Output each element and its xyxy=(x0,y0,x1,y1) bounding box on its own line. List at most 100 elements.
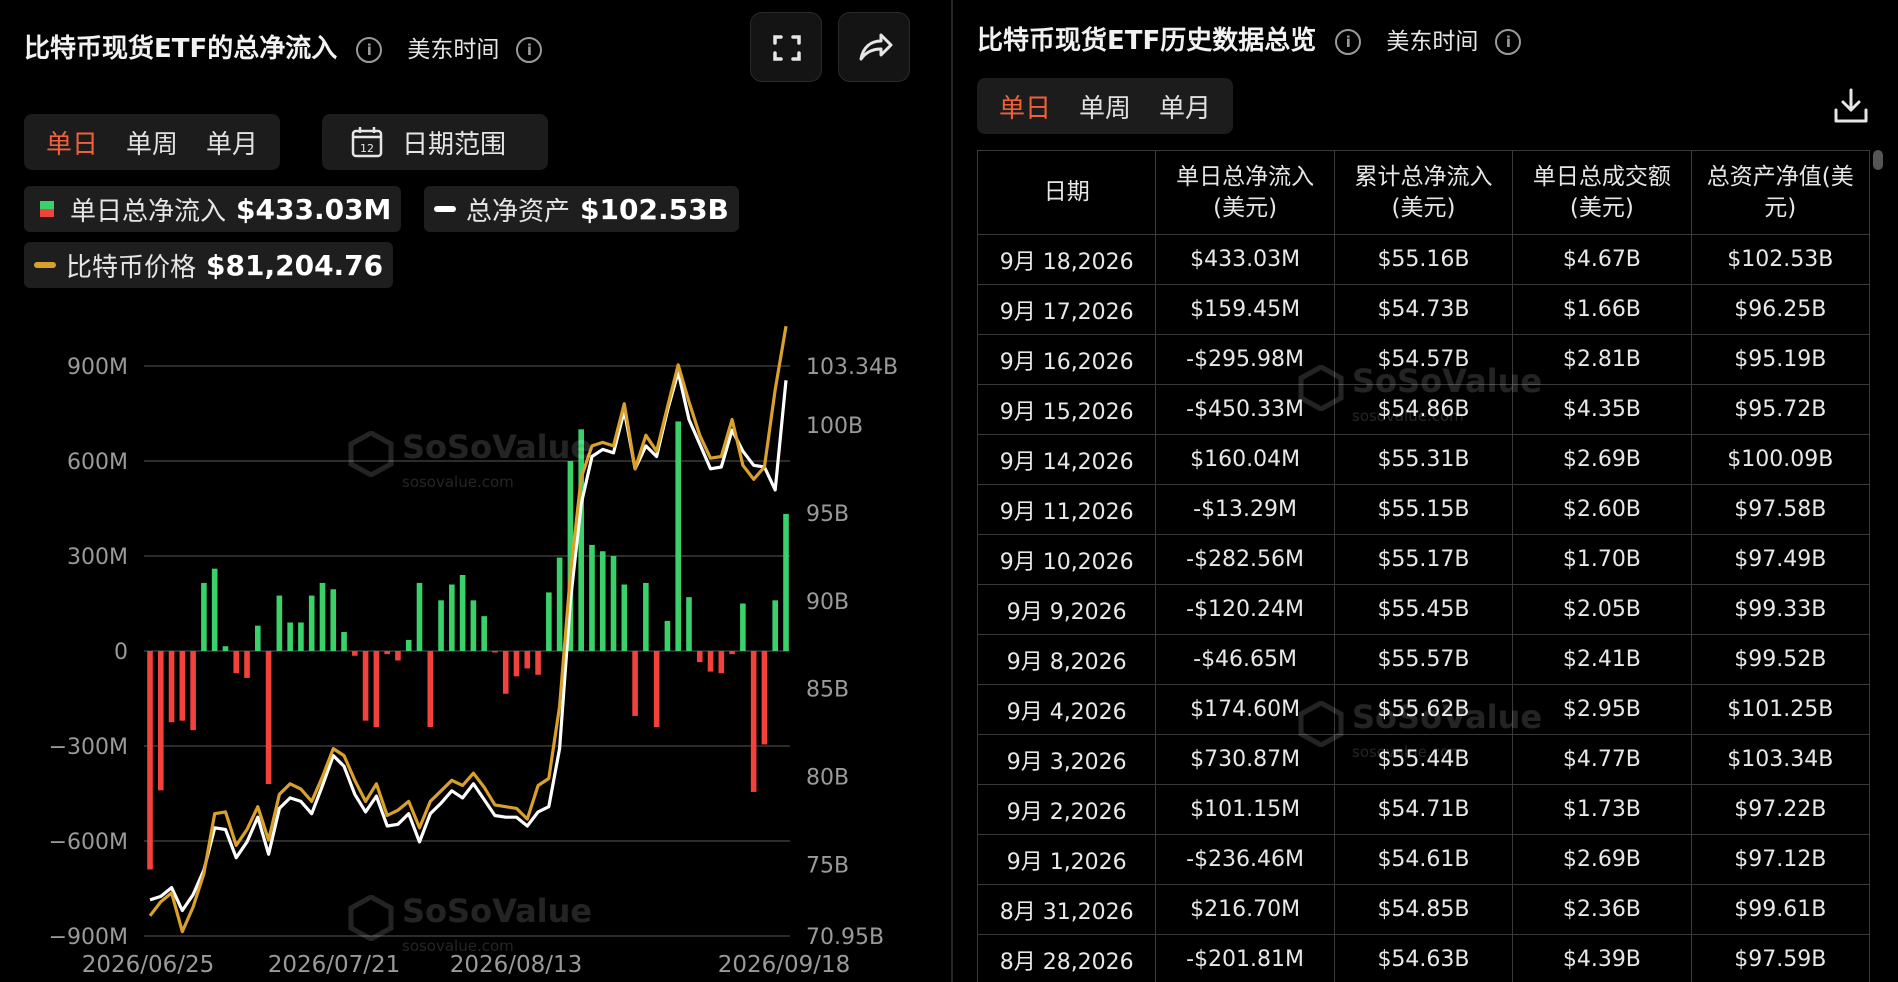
inflow-bar xyxy=(276,595,283,651)
y-tick-label-left: 0 xyxy=(114,640,128,665)
col-volume-cell: $4.35B xyxy=(1512,384,1692,435)
x-tick-label: 2026/09/18 xyxy=(718,952,851,978)
y-tick-label-right: 80B xyxy=(806,766,849,791)
col-date-cell: 9月 17,2026 xyxy=(976,284,1157,335)
table-row[interactable]: 9月 17,2026 $159.45M $54.73B $1.66B $96.25B xyxy=(976,284,1871,335)
inflow-bar xyxy=(330,589,337,651)
timezone-info-icon[interactable]: i xyxy=(1495,28,1522,55)
col-nav-cell: $96.25B xyxy=(1690,284,1871,335)
col-nav-cell: $95.19B xyxy=(1690,334,1871,385)
col-net-inflow-cell: -$282.56M xyxy=(1155,534,1335,585)
col-date-cell: 9月 11,2026 xyxy=(976,484,1157,535)
inflow-bar xyxy=(610,556,617,651)
inflow-bar xyxy=(319,582,326,651)
inflow-bar xyxy=(190,651,196,731)
col-volume-cell: $2.95B xyxy=(1512,684,1692,735)
header-text: 累计总净流入 xyxy=(1354,163,1493,190)
inflow-bar xyxy=(459,575,466,651)
tab-monthly[interactable]: 单月 xyxy=(1145,88,1225,125)
col-net-inflow-cell: $216.70M xyxy=(1155,884,1335,935)
inflow-bar xyxy=(783,513,789,651)
col-date-cell: 9月 3,2026 xyxy=(976,734,1157,785)
y-tick-label-right: 75B xyxy=(806,854,849,879)
col-date-cell: 9月 15,2026 xyxy=(976,384,1157,435)
col-cumulative-cell: $55.45B xyxy=(1333,584,1514,635)
col-cumulative-cell: $54.73B xyxy=(1333,284,1514,335)
inflow-bar xyxy=(481,616,487,651)
y-tick-label-right: 90B xyxy=(806,590,849,615)
col-date-cell: 9月 2,2026 xyxy=(976,784,1157,835)
table-row[interactable]: 9月 16,2026 -$295.98M $54.57B $2.81B $95.19B xyxy=(976,334,1871,385)
x-tick-label: 2026/07/21 xyxy=(268,952,401,978)
inflow-bar xyxy=(578,429,584,651)
col-net-inflow-cell: $101.15M xyxy=(1155,784,1335,835)
header-text: (美元) xyxy=(1391,194,1456,221)
col-net-inflow-cell: $433.03M xyxy=(1155,234,1335,285)
y-tick-label-left: 300M xyxy=(67,545,128,570)
header-text: 元) xyxy=(1764,194,1797,221)
inflow-bar xyxy=(535,651,541,675)
inflow-bar xyxy=(653,651,660,727)
inflow-bar xyxy=(556,557,563,651)
net-inflow-chart[interactable]: 900M 600M 300M 0 −300M −600M −900M 103.34B 100B 9… xyxy=(0,0,950,982)
table-row[interactable]: 9月 10,2026 -$282.56M $55.17B $1.70B $97.49B xyxy=(976,534,1871,585)
inflow-bar xyxy=(632,651,638,716)
col-nav-cell: $100.09B xyxy=(1690,434,1871,485)
inflow-bar xyxy=(750,651,757,792)
col-volume-cell: $2.36B xyxy=(1512,884,1692,935)
table-row[interactable]: 9月 15,2026 -$450.33M $54.86B $4.35B $95.72B xyxy=(976,384,1871,435)
inflow-bar xyxy=(686,597,692,651)
y-tick-label-right: 95B xyxy=(806,502,849,527)
inflow-bar xyxy=(395,651,401,661)
table-row[interactable]: 9月 11,2026 -$13.29M $55.15B $2.60B $97.58B xyxy=(976,484,1871,535)
col-volume-cell: $2.60B xyxy=(1512,484,1692,535)
col-cumulative-cell: $54.57B xyxy=(1333,334,1514,385)
table-row[interactable]: 9月 9,2026 -$120.24M $55.45B $2.05B $99.33B xyxy=(976,584,1871,635)
tab-daily[interactable]: 单日 xyxy=(985,88,1065,125)
table-row[interactable]: 9月 4,2026 $174.60M $55.62B $2.95B $101.25B xyxy=(976,684,1871,735)
table-scrollbar[interactable] xyxy=(1873,150,1883,170)
col-date-cell: 9月 18,2026 xyxy=(976,234,1157,285)
info-icon[interactable]: i xyxy=(1335,28,1362,55)
col-volume-header: 单日总成交额 (美元) xyxy=(1512,150,1692,235)
col-cumulative-cell: $54.71B xyxy=(1333,784,1514,835)
col-nav-cell: $95.72B xyxy=(1690,384,1871,435)
col-cumulative-cell: $54.61B xyxy=(1333,834,1514,885)
col-net-inflow-cell: $174.60M xyxy=(1155,684,1335,735)
y-tick-label-left: −600M xyxy=(49,830,128,855)
table-row[interactable]: 8月 31,2026 $216.70M $54.85B $2.36B $99.61B xyxy=(976,884,1871,935)
col-nav-cell: $97.58B xyxy=(1690,484,1871,535)
col-date-cell: 9月 9,2026 xyxy=(976,584,1157,635)
y-tick-label-right: 85B xyxy=(806,678,849,703)
tab-weekly[interactable]: 单周 xyxy=(1065,88,1145,125)
download-button[interactable] xyxy=(1831,86,1871,126)
inflow-bar xyxy=(211,568,218,651)
col-cumulative-cell: $54.85B xyxy=(1333,884,1514,935)
col-nav-header: 总资产净值(美 元) xyxy=(1690,150,1871,235)
inflow-bar xyxy=(384,651,390,655)
x-tick-label: 2026/08/13 xyxy=(450,952,583,978)
table-row[interactable]: 9月 8,2026 -$46.65M $55.57B $2.41B $99.52B xyxy=(976,634,1871,685)
col-nav-cell: $101.25B xyxy=(1690,684,1871,735)
inflow-bar xyxy=(157,651,164,791)
timezone-label: 美东时间 xyxy=(1386,29,1479,55)
inflow-bar xyxy=(254,625,261,651)
table-row[interactable]: 9月 2,2026 $101.15M $54.71B $1.73B $97.22B xyxy=(976,784,1871,835)
y-tick-label-left: 900M xyxy=(67,355,128,380)
col-volume-cell: $4.39B xyxy=(1512,934,1692,982)
table-row[interactable]: 9月 18,2026 $433.03M $55.16B $4.67B $102.53B xyxy=(976,234,1871,285)
col-volume-cell: $1.70B xyxy=(1512,534,1692,585)
col-net-inflow-cell: $160.04M xyxy=(1155,434,1335,485)
inflow-bar xyxy=(179,651,186,721)
table-row[interactable]: 8月 28,2026 -$201.81M $54.63B $4.39B $97.59B xyxy=(976,934,1871,982)
inflow-bar xyxy=(438,600,444,651)
inflow-bar xyxy=(524,651,531,669)
col-cumulative-cell: $55.44B xyxy=(1333,734,1514,785)
table-row[interactable]: 9月 1,2026 -$236.46M $54.61B $2.69B $97.12B xyxy=(976,834,1871,885)
y-tick-label-left: −900M xyxy=(49,925,128,950)
header-text: 总资产净值(美 xyxy=(1706,163,1854,190)
table-row[interactable]: 9月 3,2026 $730.87M $55.44B $4.77B $103.34B xyxy=(976,734,1871,785)
col-date-cell: 8月 31,2026 xyxy=(976,884,1157,935)
table-row[interactable]: 9月 14,2026 $160.04M $55.31B $2.69B $100.09B xyxy=(976,434,1871,485)
col-date-cell: 9月 14,2026 xyxy=(976,434,1157,485)
